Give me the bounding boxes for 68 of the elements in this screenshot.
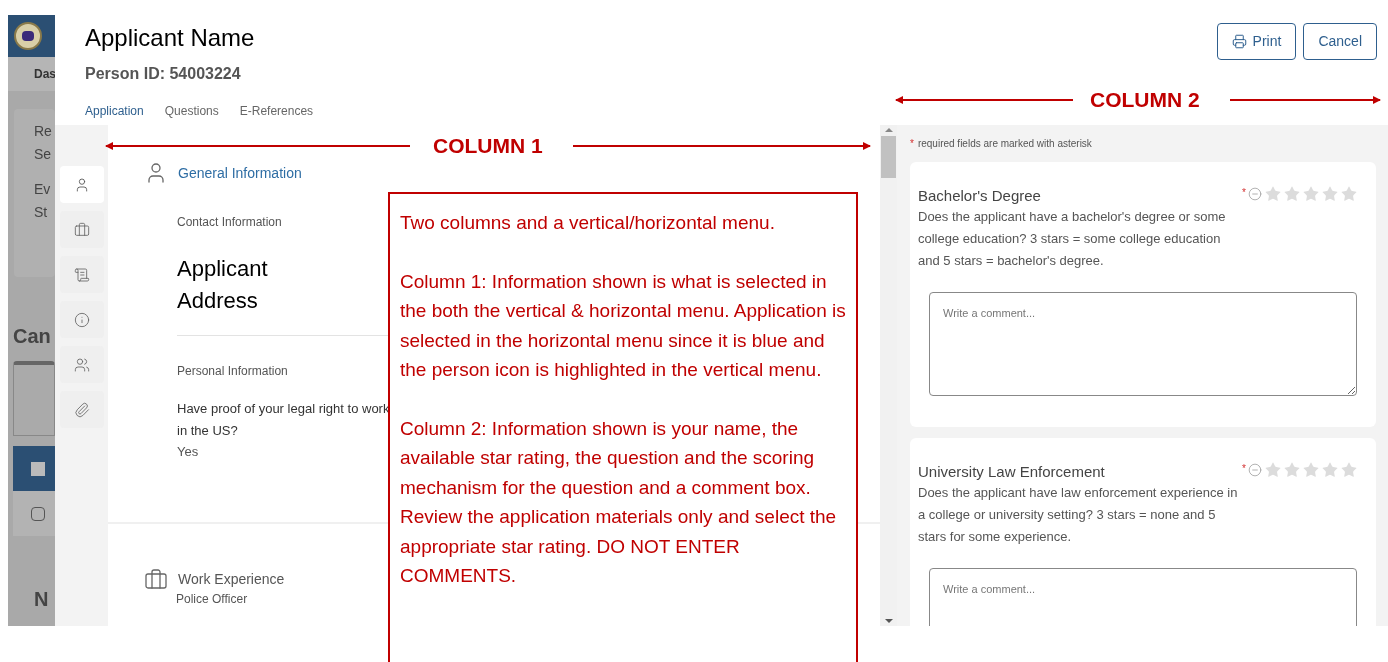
star-rating[interactable] [1264,461,1358,479]
star-icon[interactable] [1283,461,1301,479]
asterisk: * [1242,186,1246,200]
comment-field[interactable]: Write a comment... [929,292,1357,396]
block-heading: Personal Information [177,363,288,380]
side-menu-item[interactable] [59,211,104,248]
side-menu-item[interactable] [59,256,104,293]
clear-icon[interactable] [1248,187,1262,201]
card-text: Ev [34,180,52,199]
card-text: Re [34,122,53,141]
side-menu-item[interactable] [59,391,104,428]
asterisk: * [910,137,914,151]
star-icon[interactable] [1264,461,1282,479]
star-icon[interactable] [1302,185,1320,203]
checkbox[interactable] [31,461,45,476]
star-rating[interactable] [1264,185,1358,203]
person-id: Person ID: 54003224 [85,64,242,84]
question-text: Does the applicant have law enforcement experience in a college or university setting? 3 stars = none and 5 stars for some experience. [918,484,1238,546]
answer-text: Yes [177,443,199,461]
briefcase-icon [144,567,168,592]
annotation-text: Column 2: Information shown is your name, the available star rating, the question and the scoring mechanism for the question and a comment box. Review the application materials only and select the appropriate star rating. DO NOT ENTER COMMENTS. [400,416,838,588]
star-icon[interactable] [1264,185,1282,203]
star-icon[interactable] [1283,185,1301,203]
asterisk: * [1242,462,1246,476]
side-menu-item[interactable] [59,166,104,203]
star-icon[interactable] [1321,461,1339,479]
column-label: COLUMN 1 [433,134,543,158]
info-icon [73,311,90,328]
tab[interactable]: E-References [239,102,314,123]
cancel-button[interactable]: Cancel [1303,23,1377,60]
question-text: Have proof of your legal right to work in the US? [177,400,391,440]
column-label: COLUMN 2 [1090,88,1200,112]
people-icon [73,356,90,373]
side-menu-item[interactable] [59,346,104,383]
section-heading: Can [12,324,52,349]
annotation-text: Column 1: Information shown is what is selected in the both the vertical & horizontal menu. Application is selected in the horizontal menu since it is blue and the person icon is highlighted in the vertical menu. [400,269,846,382]
clear-icon[interactable] [1248,463,1262,477]
question-title: Bachelor's Degree [918,186,1042,206]
section-title: Work Experience [178,570,285,589]
tab[interactable]: Application [85,102,144,123]
star-icon[interactable] [1340,461,1358,479]
question-title: University Law Enforcement [918,462,1106,482]
print-button[interactable]: Print [1216,23,1297,60]
block-heading: Contact Information [177,214,282,231]
star-icon[interactable] [1340,185,1358,203]
tab[interactable]: Questions [164,102,219,123]
annotation-text: Two columns and a vertical/horizontal menu. [400,211,776,235]
job-title: Police Officer [176,591,249,606]
footer-text: N [33,587,50,612]
star-icon[interactable] [1321,185,1339,203]
paperclip-icon [73,401,90,418]
comment-field[interactable]: Write a comment... [929,568,1357,626]
question-text: Does the applicant have a bachelor's degree or some college education? 3 stars = some college education and 5 stars = bachelor's degree. [918,208,1227,270]
card-text: Se [34,145,53,164]
side-menu-item[interactable] [59,301,104,338]
section-title: General Information [178,163,302,183]
briefcase-icon [73,221,90,238]
printer-icon [1231,34,1247,49]
table-row[interactable] [13,446,55,491]
applicant-name: Applicant Name [85,23,256,53]
card-text: St [34,203,49,222]
scrollbar[interactable] [880,125,897,626]
applicant-address: Applicant Address [177,255,269,315]
seal-logo [14,22,42,50]
required-note: required fields are marked with asterisk [917,137,1092,151]
checkbox[interactable] [31,506,45,521]
scroll-icon [73,266,90,283]
star-icon[interactable] [1302,461,1320,479]
